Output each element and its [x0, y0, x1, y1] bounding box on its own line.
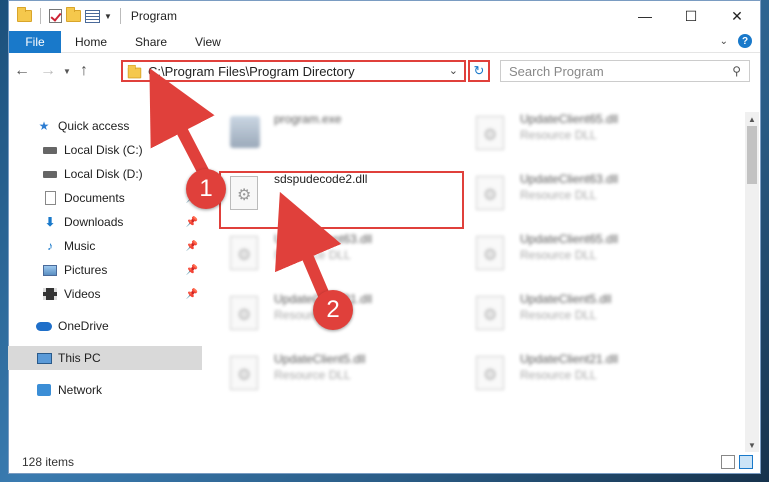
sidebar-item-label: OneDrive — [58, 319, 109, 333]
file-type: Resource DLL — [274, 248, 351, 262]
music-icon: ♪ — [47, 239, 53, 253]
pin-icon[interactable]: 📌 — [186, 289, 198, 300]
pin-icon[interactable]: 📌 — [186, 217, 198, 228]
dll-file-icon — [230, 236, 264, 274]
sidebar-item-label: Quick access — [58, 119, 130, 133]
sidebar-item-network[interactable]: Network — [8, 378, 202, 402]
computer-icon — [36, 351, 52, 365]
cloud-icon — [36, 319, 52, 333]
dll-file-icon — [476, 356, 510, 394]
file-name: UpdateClient65.dll — [520, 232, 619, 246]
sidebar-item-music[interactable]: ♪ Music 📌 — [8, 234, 202, 258]
drive-icon — [42, 143, 58, 157]
large-icons-view-icon[interactable] — [739, 455, 753, 469]
sidebar-item-label: Music — [64, 239, 96, 253]
dll-file-icon — [230, 296, 264, 334]
pictures-icon — [42, 263, 58, 277]
sidebar-item-this-pc[interactable]: This PC — [8, 346, 202, 370]
dll-file-icon — [476, 236, 510, 274]
dll-file-icon — [476, 116, 510, 154]
step-2-badge: 2 — [313, 290, 353, 330]
sidebar-item-local-disk-d[interactable]: Local Disk (D:) — [8, 162, 202, 186]
file-type: Resource DLL — [520, 188, 597, 202]
pin-icon[interactable]: 📌 — [186, 265, 198, 276]
file-type: Resource DLL — [520, 128, 597, 142]
navigation-pane: ★ Quick access Local Disk (C:) Local Dis… — [8, 108, 202, 448]
file-name: program.exe — [274, 112, 342, 126]
file-item-program-exe[interactable]: program.exe — [230, 108, 462, 160]
details-view-icon[interactable] — [721, 455, 735, 469]
scroll-up-icon[interactable]: ▲ — [745, 112, 759, 126]
view-toggle — [721, 455, 753, 469]
sidebar-item-label: Pictures — [64, 263, 108, 277]
sidebar-item-label: Documents — [64, 191, 125, 205]
file-name: UpdateClient21.dll — [520, 352, 619, 366]
content-area: ★ Quick access Local Disk (C:) Local Dis… — [8, 0, 761, 474]
drive-icon — [42, 167, 58, 181]
star-icon: ★ — [38, 119, 50, 133]
sidebar-item-label: Network — [58, 383, 103, 397]
file-item[interactable]: UpdateClient65.dll Resource DLL — [476, 108, 708, 160]
sidebar-item-label: Videos — [64, 287, 101, 301]
sidebar-item-label: Local Disk (C:) — [64, 143, 143, 157]
sidebar-item-local-disk-c[interactable]: Local Disk (C:) — [8, 138, 202, 162]
status-bar: 128 items — [8, 450, 759, 474]
sidebar-item-documents[interactable]: Documents 📌 — [8, 186, 202, 210]
sidebar-item-label: This PC — [58, 351, 101, 365]
dll-file-icon — [476, 176, 510, 214]
file-item[interactable]: UpdateClient21.dll Resource DLL — [476, 348, 708, 400]
sidebar-item-onedrive[interactable]: OneDrive — [8, 314, 202, 338]
file-name: UpdateClient63.dll — [520, 172, 619, 186]
file-name: UpdateClient5.dll — [274, 352, 366, 366]
file-item[interactable]: UpdateClient63.dll Resource DLL — [476, 168, 708, 220]
pin-icon[interactable]: 📌 — [186, 241, 198, 252]
file-name: UpdateClient5.dll — [520, 292, 612, 306]
dll-file-icon — [476, 296, 510, 334]
sidebar-item-pictures[interactable]: Pictures 📌 — [8, 258, 202, 282]
file-name: UpdateClient65.dll — [520, 112, 619, 126]
documents-icon — [42, 191, 58, 205]
videos-icon — [42, 287, 58, 301]
step-1-badge: 1 — [186, 169, 226, 209]
file-item[interactable]: UpdateClient5.dll Resource DLL — [476, 288, 708, 340]
file-type: Resource DLL — [520, 368, 597, 382]
file-name: UpdateClient63.dll — [274, 232, 373, 246]
sidebar-item-label: Downloads — [64, 215, 124, 229]
file-item[interactable]: UpdateClient65.dll Resource DLL — [476, 228, 708, 280]
main-pane: ★ Quick access Local Disk (C:) Local Dis… — [8, 108, 759, 448]
dll-file-icon — [230, 356, 264, 394]
file-list: program.exe UpdateClient65.dll Resource … — [230, 108, 740, 448]
sidebar-item-videos[interactable]: Videos 📌 — [8, 282, 202, 306]
file-type: Resource DLL — [274, 368, 351, 382]
network-icon — [36, 383, 52, 397]
sidebar-item-label: Local Disk (D:) — [64, 167, 143, 181]
exe-file-icon — [230, 116, 264, 154]
scroll-thumb[interactable] — [747, 126, 757, 184]
file-highlight-box — [219, 171, 464, 229]
file-item[interactable]: UpdateClient5.dll Resource DLL — [230, 348, 462, 400]
file-item[interactable]: UpdateClient63.dll Resource DLL — [230, 228, 462, 280]
vertical-scrollbar[interactable]: ▲ ▼ — [745, 112, 759, 452]
sidebar-item-downloads[interactable]: ⬇ Downloads 📌 — [8, 210, 202, 234]
file-type: Resource DLL — [520, 308, 597, 322]
item-count: 128 items — [22, 455, 75, 469]
sidebar-item-quick-access[interactable]: ★ Quick access — [8, 114, 202, 138]
downloads-icon: ⬇ — [44, 215, 56, 229]
file-type: Resource DLL — [520, 248, 597, 262]
